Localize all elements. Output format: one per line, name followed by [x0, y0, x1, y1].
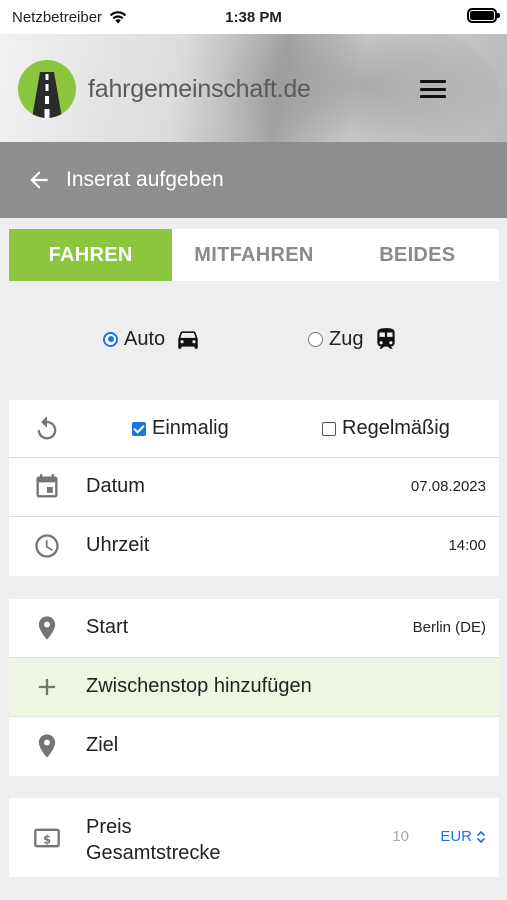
einmalig-label: Einmalig: [152, 417, 229, 439]
date-label: Datum: [86, 475, 145, 497]
page-title: Inserat aufgeben: [66, 168, 224, 191]
battery-icon: [467, 8, 500, 23]
tab-mitfahren[interactable]: MITFAHREN: [172, 229, 335, 281]
mode-auto-option[interactable]: Auto: [103, 326, 201, 352]
schedule-card: Einmalig Regelmäßig Datum 07.08.2023 Uhr…: [9, 400, 499, 576]
mode-auto-label: Auto: [124, 327, 166, 350]
route-card: Start Berlin (DE) Zwischenstop hinzufüge…: [9, 599, 499, 776]
price-card: $ Preis Gesamtstrecke 10 EUR: [9, 798, 499, 877]
date-row[interactable]: Datum 07.08.2023: [9, 458, 499, 517]
back-arrow-icon[interactable]: [26, 167, 52, 193]
location-pin-icon: [38, 734, 56, 758]
svg-text:$: $: [43, 832, 51, 846]
time-label: Uhrzeit: [86, 534, 150, 556]
train-icon: [377, 328, 396, 349]
einmalig-checkbox[interactable]: [132, 421, 146, 436]
price-label-line1: Preis: [86, 816, 132, 838]
date-value: 07.08.2023: [410, 478, 486, 495]
start-label: Start: [86, 616, 129, 638]
chevron-up-down-icon: [476, 830, 486, 843]
price-label-line2: Gesamtstrecke: [86, 842, 221, 864]
time-row[interactable]: Uhrzeit 14:00: [9, 517, 499, 576]
calendar-icon: [36, 474, 58, 498]
transport-mode-selector: Auto Zug: [0, 318, 507, 366]
plus-icon: [38, 678, 56, 696]
ride-type-tabs: FAHREN MITFAHREN BEIDES: [9, 229, 499, 281]
clock-icon: [35, 534, 59, 558]
regelmaessig-label: Regelmäßig: [342, 417, 450, 439]
car-icon: [178, 331, 198, 349]
money-icon: $: [34, 828, 60, 848]
destination-row[interactable]: Ziel: [9, 717, 499, 776]
destination-label: Ziel: [86, 734, 119, 756]
time-value: 14:00: [448, 537, 486, 554]
status-bar: Netzbetreiber 1:38 PM: [0, 0, 507, 34]
page-title-bar: Inserat aufgeben: [0, 142, 507, 218]
einmalig-option[interactable]: Einmalig: [132, 417, 229, 440]
currency-selector[interactable]: EUR: [440, 828, 486, 845]
mode-zug-option[interactable]: Zug: [308, 326, 399, 352]
wifi-icon: [109, 11, 127, 24]
header-banner: fahrgemeinschaft.de: [0, 34, 507, 142]
tab-beides[interactable]: BEIDES: [336, 229, 499, 281]
location-pin-icon: [38, 616, 56, 640]
add-stopover-label: Zwischenstop hinzufügen: [86, 675, 312, 697]
road-logo-icon: [18, 60, 76, 118]
brand-name: fahrgemeinschaft.de: [88, 74, 311, 103]
regelmaessig-option[interactable]: Regelmäßig: [322, 417, 450, 440]
currency-value: EUR: [440, 828, 472, 845]
tab-fahren[interactable]: FAHREN: [9, 229, 173, 281]
price-amount-input[interactable]: 10: [392, 828, 409, 845]
hamburger-menu-icon[interactable]: [419, 78, 447, 100]
regelmaessig-checkbox[interactable]: [322, 421, 336, 436]
start-value: Berlin (DE): [412, 619, 486, 636]
carrier-info: Netzbetreiber: [12, 9, 128, 26]
repeat-icon: [37, 416, 57, 440]
frequency-row: Einmalig Regelmäßig: [9, 400, 499, 458]
carrier-name: Netzbetreiber: [12, 8, 103, 26]
auto-radio[interactable]: [103, 331, 118, 347]
start-row[interactable]: Start Berlin (DE): [9, 599, 499, 658]
zug-radio[interactable]: [308, 331, 323, 347]
brand-logo[interactable]: fahrgemeinschaft.de: [18, 60, 311, 118]
add-stopover-row[interactable]: Zwischenstop hinzufügen: [9, 658, 499, 717]
mode-zug-label: Zug: [329, 327, 364, 350]
price-label: Preis Gesamtstrecke: [86, 814, 220, 866]
